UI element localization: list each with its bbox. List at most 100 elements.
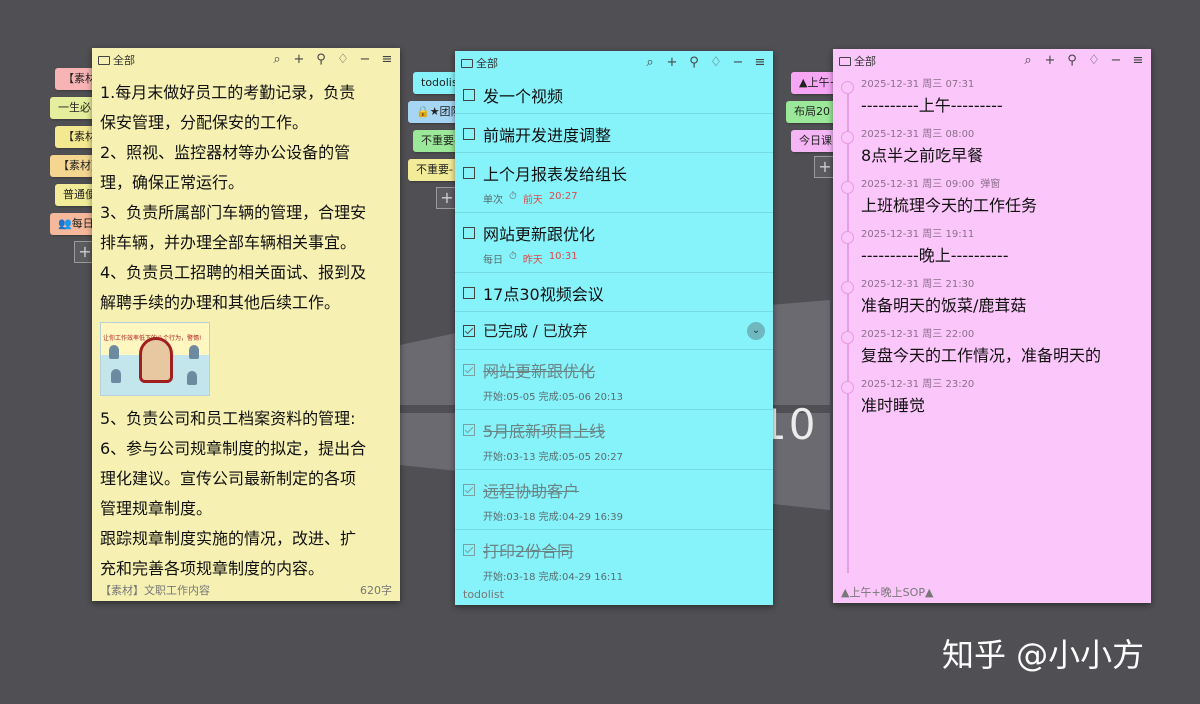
completed-item[interactable]: 远程协助客户 开始:03-18 完成:04-29 16:39 (455, 470, 773, 530)
menu-icon[interactable]: ≡ (380, 53, 394, 67)
entry-timestamp: 2025-12-31 周三 07:31 (861, 79, 975, 90)
timeline-entry[interactable]: 2025-12-31 周三 23:20 准时睡觉 (833, 377, 1151, 427)
side-tab[interactable]: 👥每日 (50, 213, 94, 235)
add-icon[interactable]: + (665, 56, 679, 70)
chevron-down-icon[interactable]: ⌄ (747, 321, 765, 340)
due-day-label: 前天 (522, 195, 543, 206)
checkbox-checked[interactable] (463, 544, 475, 556)
entry-text: ----------晚上---------- (861, 246, 1009, 265)
note-header: 全部 ⌕ + ⚲ ♢ − ≡ (833, 49, 1151, 73)
checkbox-checked[interactable] (463, 484, 475, 496)
checkbox-checked[interactable] (463, 424, 475, 436)
checkbox[interactable] (463, 287, 475, 299)
word-count: 620字 (360, 584, 392, 597)
entry-time: 2025-12-31 周三 23:20 (861, 377, 1151, 393)
search-icon[interactable]: ⌕ (1021, 54, 1035, 68)
timeline-entry[interactable]: 2025-12-31 周三 07:31 ----------上午--------- (833, 77, 1151, 127)
completed-item[interactable]: 5月底新项目上线 开始:03-13 完成:05-05 20:27 (455, 410, 773, 470)
completed-section-header[interactable]: 已完成 / 已放弃 ⌄ (455, 312, 773, 350)
checkbox[interactable] (463, 128, 475, 140)
checkbox-checked[interactable] (463, 364, 475, 376)
side-tab[interactable]: ▲上午+晚 (791, 72, 839, 94)
due-time-label: 20:27 (548, 191, 578, 202)
note-folder-label[interactable]: 全部 (113, 52, 270, 68)
search-icon[interactable]: ⌕ (643, 56, 657, 70)
todo-item[interactable]: 网站更新跟优化每日 ⏱ 昨天 10:31 (455, 213, 773, 273)
entry-timestamp: 2025-12-31 周三 19:11 (861, 229, 975, 240)
note-tag-label[interactable]: 【素材】文职工作内容 (100, 582, 210, 598)
side-tab[interactable]: 一生必 (50, 97, 94, 119)
timeline-entry[interactable]: 2025-12-31 周三 08:00 8点半之前吃早餐 (833, 127, 1151, 177)
checkbox[interactable] (463, 89, 475, 101)
completed-section-label: 已完成 / 已放弃 (483, 322, 588, 340)
note-text-line: 2、照视、监控器材等办公设备的管 (100, 143, 351, 162)
minimize-icon[interactable]: − (731, 56, 745, 70)
todo-text: 5月底新项目上线 (483, 422, 606, 441)
figure-icon (187, 371, 197, 385)
add-icon[interactable]: + (292, 53, 306, 67)
note-toolbar: ⌕ + ⚲ ♢ − ≡ (270, 53, 394, 67)
timeline-entry[interactable]: 2025-12-31 周三 09:00 弹窗 上班梳理今天的工作任务 (833, 177, 1151, 227)
todo-row: 发一个视频 (463, 83, 765, 107)
side-tab[interactable]: 今日课 (791, 130, 839, 152)
menu-icon[interactable]: ≡ (753, 56, 767, 70)
pin-icon[interactable]: ⚲ (314, 53, 328, 67)
todo-row: 上个月报表发给组长 (463, 161, 765, 185)
completed-item[interactable]: 网站更新跟优化 开始:05-05 完成:05-06 20:13 (455, 350, 773, 410)
todo-text: 网站更新跟优化 (483, 225, 596, 244)
todo-text: 上个月报表发给组长 (483, 165, 628, 184)
note-text-line: 1.每月末做好员工的考勤记录，负责 (100, 83, 356, 102)
note-tag-label[interactable]: ▲上午+晚上SOP▲ (841, 584, 933, 600)
side-tab[interactable]: 不重要- (408, 159, 456, 181)
clock-icon: ⏱ (509, 191, 517, 202)
timeline-entry[interactable]: 2025-12-31 周三 19:11 ----------晚上---------… (833, 227, 1151, 277)
side-tab[interactable]: 【素材】 (50, 155, 94, 177)
timeline-dot-icon (841, 81, 854, 94)
side-tab[interactable]: 不重要- (413, 130, 461, 152)
watermark-text: 知乎 @小小方 (942, 636, 1145, 674)
side-tab[interactable]: todolist (413, 72, 461, 94)
todo-meta: 每日 ⏱ 昨天 10:31 (483, 251, 765, 266)
note-window-todolist[interactable]: 全部 ⌕ + ⚲ ♢ − ≡ 发一个视频 前端开发进度调整 上个月报表发给组长 单次 ⏱… (455, 51, 773, 605)
checkbox[interactable] (463, 227, 475, 239)
entry-text: 准时睡觉 (861, 396, 926, 415)
checkbox[interactable] (463, 167, 475, 179)
entry-timestamp: 2025-12-31 周三 23:20 (861, 379, 975, 390)
todo-item[interactable]: 前端开发进度调整 (455, 114, 773, 153)
side-tab[interactable]: 布局20 (786, 101, 834, 123)
menu-icon[interactable]: ≡ (1131, 54, 1145, 68)
todo-item[interactable]: 上个月报表发给组长 单次 ⏱ 前天 20:27 (455, 153, 773, 213)
side-tab[interactable]: 🔒★团队 (408, 101, 456, 123)
todo-row: 远程协助客户 (463, 478, 765, 502)
timeline-entry[interactable]: 2025-12-31 周三 21:30 准备明天的饭菜/鹿茸菇 (833, 277, 1151, 327)
note-folder-label[interactable]: 全部 (476, 55, 643, 71)
pin-icon[interactable]: ⚲ (1065, 54, 1079, 68)
note-window-pink[interactable]: 全部 ⌕ + ⚲ ♢ − ≡ 2025-12-31 周三 07:31 ------… (833, 49, 1151, 603)
note-text-line: 3、负责所属部门车辆的管理，合理安 (100, 203, 367, 222)
skin-icon[interactable]: ♢ (1087, 54, 1101, 68)
skin-icon[interactable]: ♢ (709, 56, 723, 70)
minimize-icon[interactable]: − (1109, 54, 1123, 68)
minimize-icon[interactable]: − (358, 53, 372, 67)
add-icon[interactable]: + (1043, 54, 1057, 68)
note-footer: ▲上午+晚上SOP▲ (833, 581, 1151, 603)
completed-item[interactable]: 打印2份合同 开始:03-18 完成:04-29 16:11 (455, 530, 773, 590)
entry-text: 复盘今天的工作情况，准备明天的 (861, 346, 1102, 365)
note-window-yellow[interactable]: 全部 ⌕ + ⚲ ♢ − ≡ 1.每月末做好员工的考勤记录，负责 保安管理，分配保… (92, 48, 400, 601)
entry-timestamp: 2025-12-31 周三 22:00 (861, 329, 975, 340)
todo-list: 发一个视频 前端开发进度调整 上个月报表发给组长 单次 ⏱ 前天 20:27 网站更新跟优化每… (455, 75, 773, 312)
note-folder-label[interactable]: 全部 (854, 53, 1021, 69)
skin-icon[interactable]: ♢ (336, 53, 350, 67)
entry-timestamp: 2025-12-31 周三 21:30 (861, 279, 975, 290)
figure-icon (189, 345, 199, 359)
todo-text: 17点30视频会议 (483, 285, 604, 304)
note-body[interactable]: 1.每月末做好员工的考勤记录，负责 保安管理，分配保安的工作。 2、照视、监控器材等… (92, 72, 400, 584)
search-icon[interactable]: ⌕ (270, 53, 284, 67)
todo-item[interactable]: 发一个视频 (455, 75, 773, 114)
bell-illustration (139, 337, 173, 383)
pin-icon[interactable]: ⚲ (687, 56, 701, 70)
todo-item[interactable]: 17点30视频会议 (455, 273, 773, 312)
entry-text: 准备明天的饭菜/鹿茸菇 (861, 296, 1027, 315)
note-tag-label[interactable]: todolist (463, 588, 504, 601)
timeline-entry[interactable]: 2025-12-31 周三 22:00 复盘今天的工作情况，准备明天的 (833, 327, 1151, 377)
